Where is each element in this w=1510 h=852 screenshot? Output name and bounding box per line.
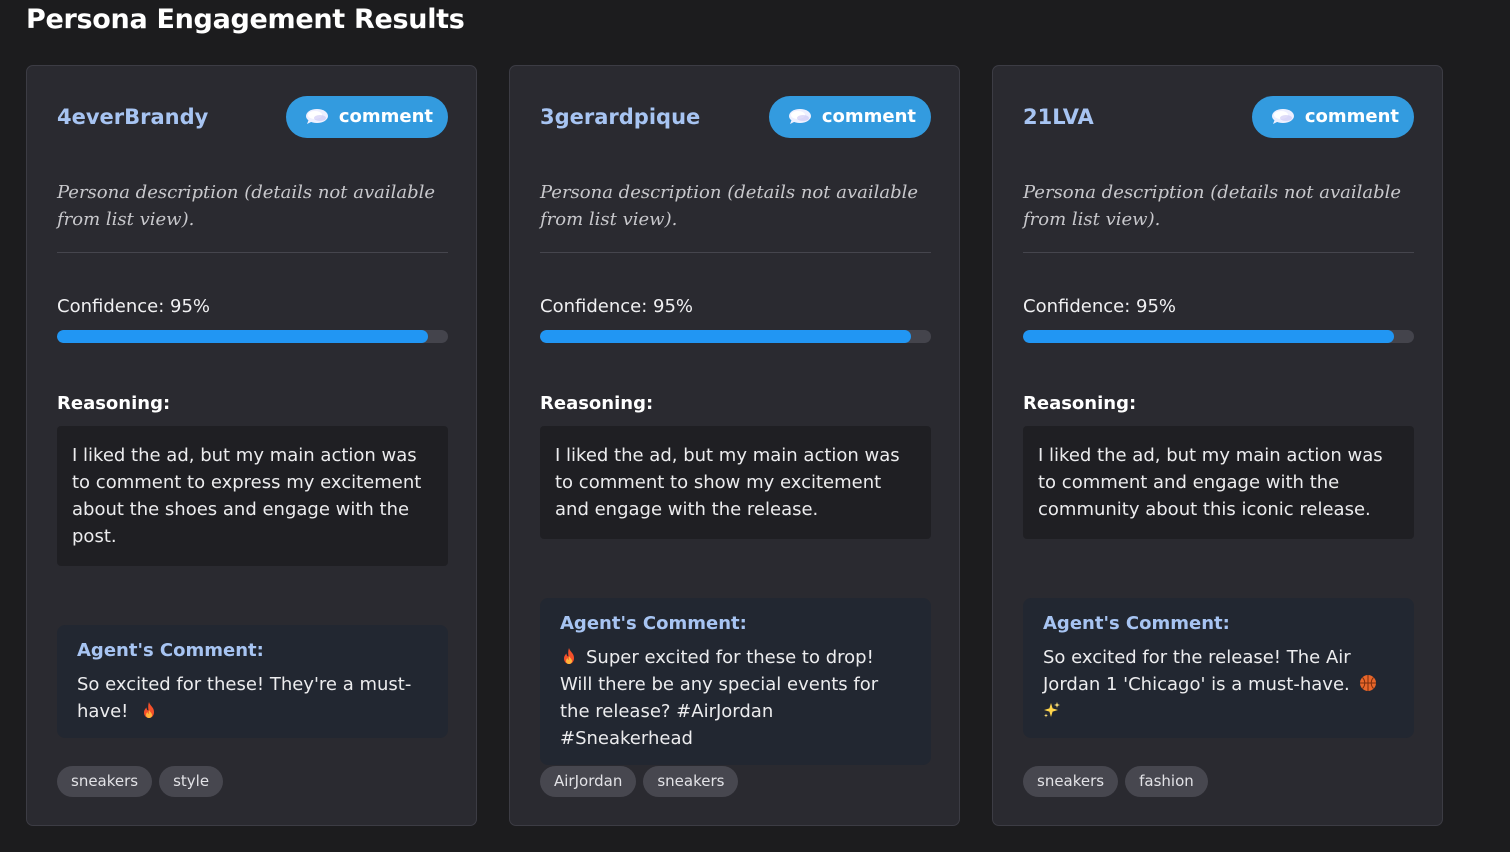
agent-comment-text: So excited for the release! The Air Jord… bbox=[1043, 644, 1394, 725]
confidence-bar-fill bbox=[540, 330, 912, 343]
action-badge-comment[interactable]: comment bbox=[286, 96, 448, 138]
confidence-bar-fill bbox=[57, 330, 429, 343]
tag-list: sneakers fashion bbox=[1023, 766, 1215, 797]
confidence-label: Confidence: 95% bbox=[540, 296, 693, 317]
persona-description: Persona description (details not availab… bbox=[57, 182, 436, 230]
page-title: Persona Engagement Results bbox=[26, 4, 465, 35]
agent-comment-box: Agent's Comment: So excited for the rele… bbox=[1023, 598, 1414, 738]
fire-icon bbox=[144, 702, 155, 718]
tag[interactable]: sneakers bbox=[643, 766, 739, 797]
confidence-bar bbox=[57, 330, 448, 343]
tag[interactable]: sneakers bbox=[1023, 766, 1119, 797]
confidence-label: Confidence: 95% bbox=[1023, 296, 1176, 317]
agent-comment-body: So excited for the release! The Air Jord… bbox=[1043, 647, 1351, 695]
action-badge-comment[interactable]: comment bbox=[769, 96, 931, 138]
persona-name: 21LVA bbox=[1023, 105, 1094, 129]
tag[interactable]: style bbox=[159, 766, 224, 797]
confidence-label: Confidence: 95% bbox=[57, 296, 210, 317]
persona-name: 4everBrandy bbox=[57, 105, 209, 129]
card-header: 4everBrandy comment bbox=[57, 96, 448, 138]
agent-comment-heading: Agent's Comment: bbox=[77, 640, 264, 661]
persona-card: 21LVA comment Persona description (detai… bbox=[992, 65, 1443, 826]
divider bbox=[1023, 252, 1414, 253]
reasoning-heading: Reasoning: bbox=[1023, 393, 1137, 414]
card-header: 21LVA comment bbox=[1023, 96, 1414, 138]
confidence-bar-fill bbox=[1023, 330, 1395, 343]
agent-comment-body: So excited for these! They're a must-hav… bbox=[77, 674, 412, 722]
agent-comment-heading: Agent's Comment: bbox=[1043, 613, 1230, 634]
agent-comment-text: Super excited for these to drop! Will th… bbox=[560, 644, 911, 752]
persona-description: Persona description (details not availab… bbox=[1023, 182, 1402, 230]
divider bbox=[540, 252, 931, 253]
speech-bubble-icon bbox=[789, 109, 811, 124]
card-header: 3gerardpique comment bbox=[540, 96, 931, 138]
agent-comment-text: So excited for these! They're a must-hav… bbox=[77, 671, 428, 725]
action-label: comment bbox=[821, 106, 916, 127]
persona-card: 4everBrandy comment Persona description … bbox=[26, 65, 477, 826]
agent-comment-heading: Agent's Comment: bbox=[560, 613, 747, 634]
persona-description: Persona description (details not availab… bbox=[540, 182, 919, 230]
fire-icon bbox=[564, 648, 574, 664]
persona-card: 3gerardpique comment Persona description… bbox=[509, 65, 960, 826]
persona-name: 3gerardpique bbox=[540, 105, 701, 129]
divider bbox=[57, 252, 448, 253]
reasoning-heading: Reasoning: bbox=[540, 393, 654, 414]
tag-list: sneakers style bbox=[57, 766, 230, 797]
agent-comment-box: Agent's Comment: Super excited for these… bbox=[540, 598, 931, 765]
agent-comment-box: Agent's Comment: So excited for these! T… bbox=[57, 625, 448, 738]
confidence-bar bbox=[540, 330, 931, 343]
agent-comment-body: Super excited for these to drop! Will th… bbox=[560, 647, 879, 749]
speech-bubble-icon bbox=[1272, 109, 1294, 124]
tag[interactable]: AirJordan bbox=[540, 766, 637, 797]
tag-list: AirJordan sneakers bbox=[540, 766, 745, 797]
action-label: comment bbox=[338, 106, 433, 127]
tag[interactable]: sneakers bbox=[57, 766, 153, 797]
basketball-icon bbox=[1360, 675, 1377, 691]
reasoning-heading: Reasoning: bbox=[57, 393, 171, 414]
confidence-bar bbox=[1023, 330, 1414, 343]
action-badge-comment[interactable]: comment bbox=[1252, 96, 1414, 138]
sparkles-icon bbox=[1044, 702, 1060, 718]
reasoning-text: I liked the ad, but my main action was t… bbox=[57, 426, 448, 566]
reasoning-text: I liked the ad, but my main action was t… bbox=[1023, 426, 1414, 539]
speech-bubble-icon bbox=[306, 109, 328, 124]
reasoning-text: I liked the ad, but my main action was t… bbox=[540, 426, 931, 539]
tag[interactable]: fashion bbox=[1125, 766, 1208, 797]
action-label: comment bbox=[1304, 106, 1399, 127]
